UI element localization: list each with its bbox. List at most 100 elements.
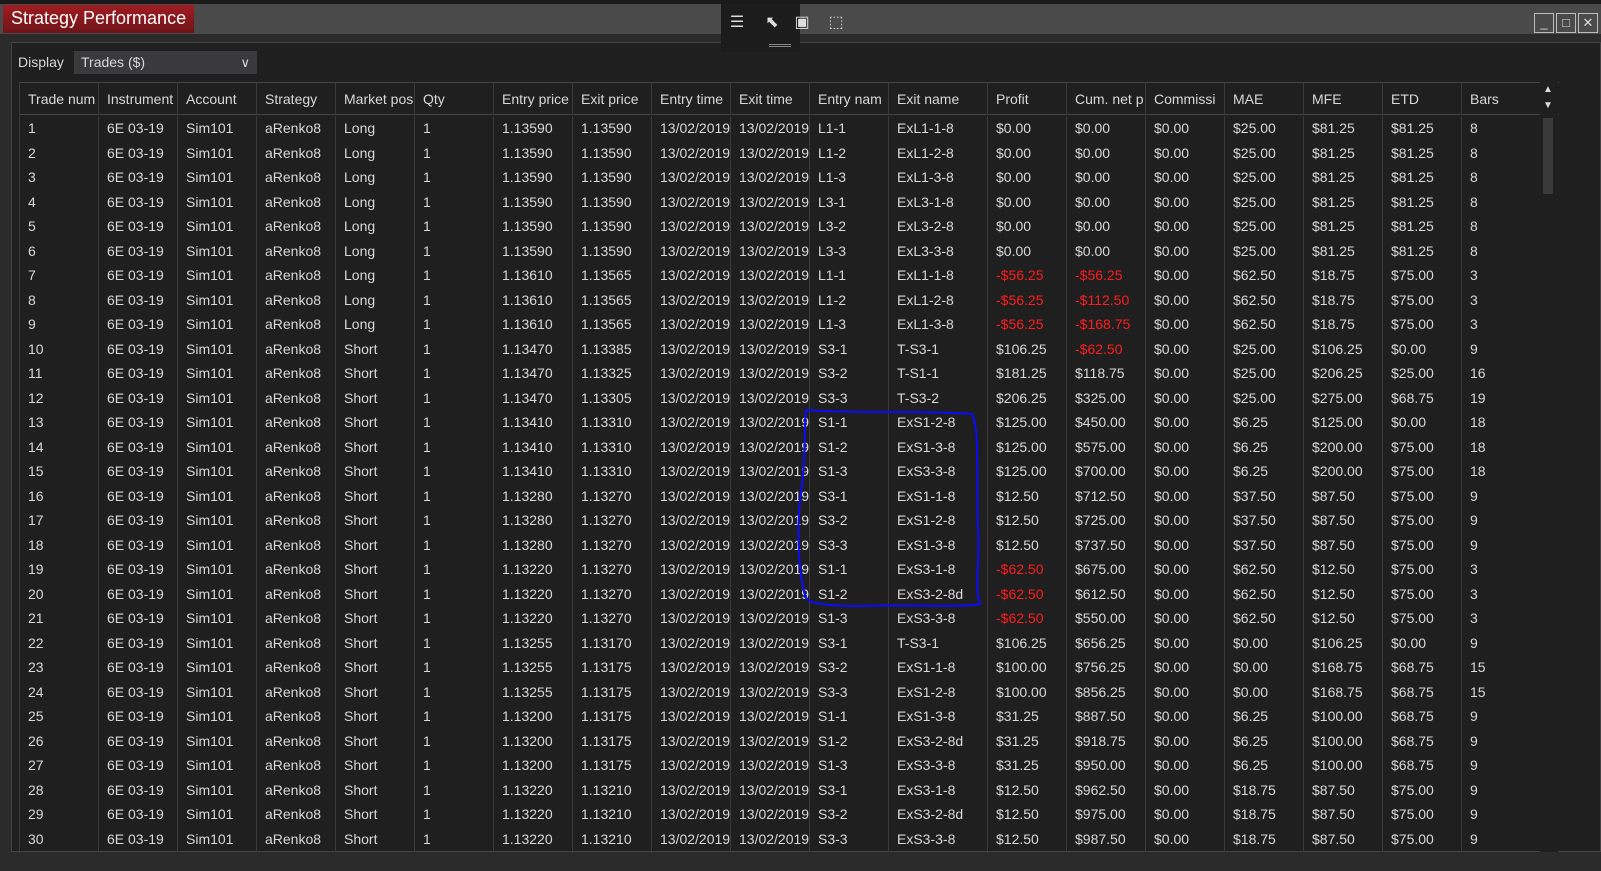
column-header[interactable]: MFE bbox=[1303, 83, 1382, 115]
table-row[interactable]: 8 6E 03-19 Sim101 aRenko8 Long 1 1.13610 1.1356… bbox=[19, 287, 1559, 312]
select-pointer-icon[interactable]: ⬚ bbox=[825, 12, 847, 34]
column-header[interactable]: Entry time bbox=[651, 83, 730, 115]
table-cell: 22 bbox=[19, 630, 98, 655]
table-cell: $0.00 bbox=[1145, 189, 1224, 214]
table-row[interactable]: 27 6E 03-19 Sim101 aRenko8 Short 1 1.13200 1.13… bbox=[19, 753, 1559, 778]
table-row[interactable]: 24 6E 03-19 Sim101 aRenko8 Short 1 1.13255 1.13… bbox=[19, 679, 1559, 704]
table-cell: Short bbox=[335, 630, 414, 655]
table-row[interactable]: 17 6E 03-19 Sim101 aRenko8 Short 1 1.13280 1.13… bbox=[19, 508, 1559, 533]
column-header[interactable]: Commissi bbox=[1145, 83, 1224, 115]
table-row[interactable]: 13 6E 03-19 Sim101 aRenko8 Short 1 1.13410 1.13… bbox=[19, 410, 1559, 435]
table-cell: 1 bbox=[414, 826, 493, 851]
column-header[interactable]: Qty bbox=[414, 83, 493, 115]
table-row[interactable]: 21 6E 03-19 Sim101 aRenko8 Short 1 1.13220 1.13… bbox=[19, 606, 1559, 631]
table-cell: 8 bbox=[1461, 214, 1540, 239]
table-row[interactable]: 4 6E 03-19 Sim101 aRenko8 Long 1 1.13590 1.1359… bbox=[19, 189, 1559, 214]
column-header[interactable]: Trade num bbox=[19, 83, 98, 115]
minimize-icon[interactable]: _ bbox=[1534, 13, 1554, 33]
table-cell: Short bbox=[335, 336, 414, 361]
table-cell: $0.00 bbox=[1145, 312, 1224, 337]
table-row[interactable]: 26 6E 03-19 Sim101 aRenko8 Short 1 1.13200 1.13… bbox=[19, 728, 1559, 753]
table-row[interactable]: 23 6E 03-19 Sim101 aRenko8 Short 1 1.13255 1.13… bbox=[19, 655, 1559, 680]
table-cell: 3 bbox=[1461, 312, 1540, 337]
table-cell: 13/02/2019 bbox=[730, 385, 809, 410]
table-cell: Sim101 bbox=[177, 508, 256, 533]
table-cell: ExL3-3-8 bbox=[888, 238, 987, 263]
drag-handle[interactable] bbox=[769, 44, 791, 47]
table-cell: 13/02/2019 bbox=[651, 459, 730, 484]
table-row[interactable]: 2 6E 03-19 Sim101 aRenko8 Long 1 1.13590 1.1359… bbox=[19, 140, 1559, 165]
table-cell: 13/02/2019 bbox=[730, 802, 809, 827]
table-row[interactable]: 6 6E 03-19 Sim101 aRenko8 Long 1 1.13590 1.1359… bbox=[19, 238, 1559, 263]
scroll-up-icon[interactable]: ▲ bbox=[1543, 84, 1553, 95]
table-cell: 13/02/2019 bbox=[651, 140, 730, 165]
column-header[interactable]: Strategy bbox=[256, 83, 335, 115]
table-row[interactable]: 18 6E 03-19 Sim101 aRenko8 Short 1 1.13280 1.13… bbox=[19, 532, 1559, 557]
table-row[interactable]: 20 6E 03-19 Sim101 aRenko8 Short 1 1.13220 1.13… bbox=[19, 581, 1559, 606]
table-row[interactable]: 29 6E 03-19 Sim101 aRenko8 Short 1 1.13220 1.13… bbox=[19, 802, 1559, 827]
table-row[interactable]: 25 6E 03-19 Sim101 aRenko8 Short 1 1.13200 1.13… bbox=[19, 704, 1559, 729]
table-cell: Sim101 bbox=[177, 532, 256, 557]
table-cell: Long bbox=[335, 287, 414, 312]
column-header[interactable]: Cum. net p bbox=[1066, 83, 1145, 115]
column-header[interactable]: Entry price bbox=[493, 83, 572, 115]
table-cell: Long bbox=[335, 214, 414, 239]
table-cell: Long bbox=[335, 116, 414, 141]
table-cell: 13/02/2019 bbox=[651, 655, 730, 680]
table-cell: Short bbox=[335, 483, 414, 508]
table-cell: Sim101 bbox=[177, 214, 256, 239]
table-row[interactable]: 19 6E 03-19 Sim101 aRenko8 Short 1 1.13220 1.13… bbox=[19, 557, 1559, 582]
window-icon[interactable]: ▣ bbox=[791, 12, 813, 34]
column-header[interactable]: Market pos bbox=[335, 83, 414, 115]
table-cell: 1 bbox=[414, 214, 493, 239]
column-header[interactable]: MAE bbox=[1224, 83, 1303, 115]
table-row[interactable]: 10 6E 03-19 Sim101 aRenko8 Short 1 1.13470 1.13… bbox=[19, 336, 1559, 361]
table-cell: 1.13610 bbox=[493, 287, 572, 312]
table-cell: 1.13270 bbox=[572, 508, 651, 533]
table-row[interactable]: 12 6E 03-19 Sim101 aRenko8 Short 1 1.13470 1.13… bbox=[19, 385, 1559, 410]
table-row[interactable]: 11 6E 03-19 Sim101 aRenko8 Short 1 1.13470 1.13… bbox=[19, 361, 1559, 386]
maximize-icon[interactable]: □ bbox=[1556, 13, 1576, 33]
table-cell: 5 bbox=[19, 214, 98, 239]
table-cell: 29 bbox=[19, 802, 98, 827]
column-header[interactable]: Exit time bbox=[730, 83, 809, 115]
table-cell: ExS1-1-8 bbox=[888, 655, 987, 680]
vertical-scrollbar[interactable]: ▲ ▼ bbox=[1540, 82, 1558, 852]
properties-icon[interactable]: ☰ bbox=[726, 12, 748, 34]
table-cell: 2 bbox=[19, 140, 98, 165]
table-row[interactable]: 22 6E 03-19 Sim101 aRenko8 Short 1 1.13255 1.13… bbox=[19, 630, 1559, 655]
column-header[interactable]: Instrument bbox=[98, 83, 177, 115]
table-row[interactable]: 30 6E 03-19 Sim101 aRenko8 Short 1 1.13220 1.13… bbox=[19, 826, 1559, 851]
scroll-down-icon[interactable]: ▼ bbox=[1543, 100, 1553, 111]
table-cell: S3-2 bbox=[809, 802, 888, 827]
table-cell: $62.50 bbox=[1224, 287, 1303, 312]
scroll-thumb[interactable] bbox=[1543, 118, 1553, 194]
table-row[interactable]: 28 6E 03-19 Sim101 aRenko8 Short 1 1.13220 1.13… bbox=[19, 777, 1559, 802]
table-row[interactable]: 14 6E 03-19 Sim101 aRenko8 Short 1 1.13410 1.13… bbox=[19, 434, 1559, 459]
column-header[interactable]: Profit bbox=[987, 83, 1066, 115]
table-cell: $962.50 bbox=[1066, 777, 1145, 802]
column-header[interactable]: ETD bbox=[1382, 83, 1461, 115]
table-row[interactable]: 1 6E 03-19 Sim101 aRenko8 Long 1 1.13590 1.1359… bbox=[19, 116, 1559, 141]
table-row[interactable]: 5 6E 03-19 Sim101 aRenko8 Long 1 1.13590 1.1359… bbox=[19, 214, 1559, 239]
table-row[interactable]: 15 6E 03-19 Sim101 aRenko8 Short 1 1.13410 1.13… bbox=[19, 459, 1559, 484]
column-header[interactable]: Bars bbox=[1461, 83, 1540, 115]
table-cell: $87.50 bbox=[1303, 483, 1382, 508]
table-cell: $0.00 bbox=[1145, 336, 1224, 361]
column-header[interactable]: Entry nam bbox=[809, 83, 888, 115]
table-cell: $12.50 bbox=[987, 508, 1066, 533]
table-cell: 1 bbox=[414, 679, 493, 704]
table-row[interactable]: 3 6E 03-19 Sim101 aRenko8 Long 1 1.13590 1.1359… bbox=[19, 165, 1559, 190]
column-header[interactable]: Exit name bbox=[888, 83, 987, 115]
table-row[interactable]: 7 6E 03-19 Sim101 aRenko8 Long 1 1.13610 1.1356… bbox=[19, 263, 1559, 288]
column-header[interactable]: Account bbox=[177, 83, 256, 115]
display-select[interactable]: Trades ($) ∨ bbox=[74, 51, 257, 74]
pointer-icon[interactable]: ⬉ bbox=[761, 12, 783, 34]
table-cell: 13/02/2019 bbox=[651, 508, 730, 533]
table-row[interactable]: 16 6E 03-19 Sim101 aRenko8 Short 1 1.13280 1.13… bbox=[19, 483, 1559, 508]
close-icon[interactable]: ✕ bbox=[1578, 13, 1598, 33]
table-cell: 18 bbox=[1461, 434, 1540, 459]
table-row[interactable]: 9 6E 03-19 Sim101 aRenko8 Long 1 1.13610 1.1356… bbox=[19, 312, 1559, 337]
table-cell: $756.25 bbox=[1066, 655, 1145, 680]
column-header[interactable]: Exit price bbox=[572, 83, 651, 115]
